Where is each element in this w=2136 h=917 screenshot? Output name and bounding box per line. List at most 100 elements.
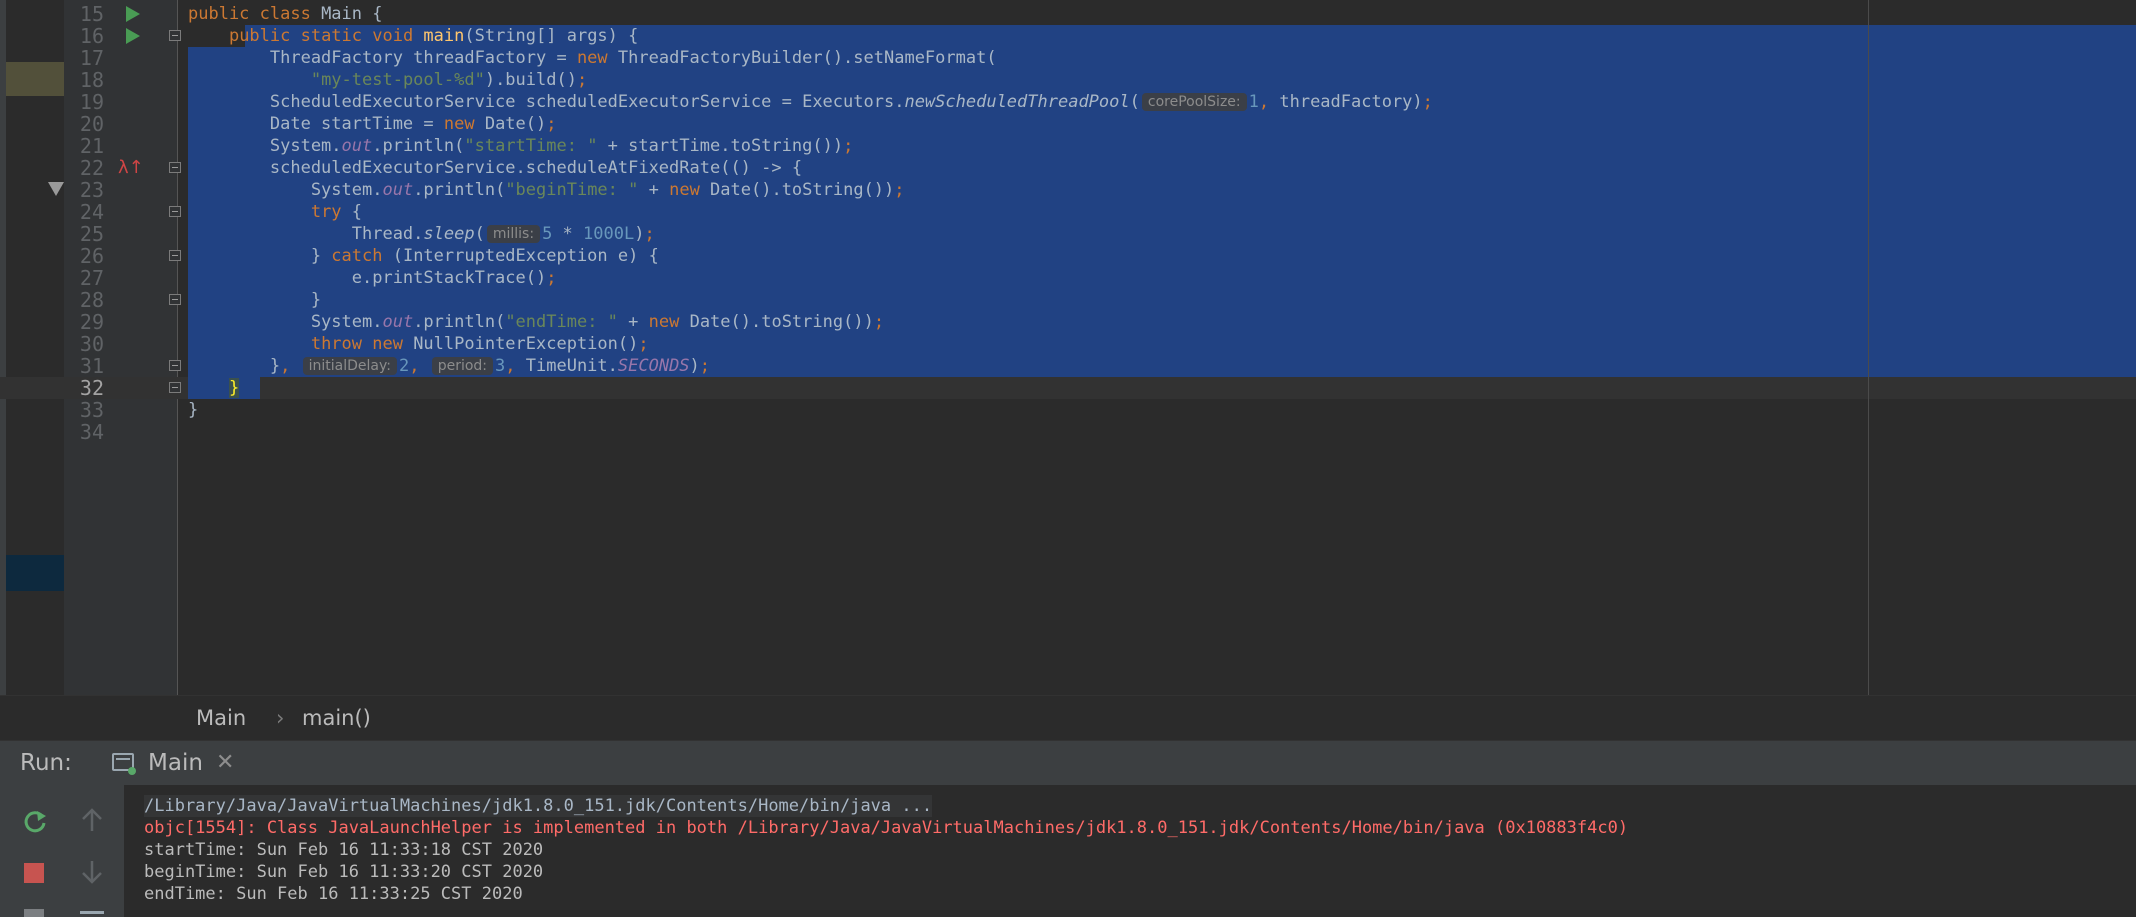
parameter-hint: period:: [431, 357, 494, 375]
code-line[interactable]: 26 } catch (InterruptedException e) {: [0, 245, 2136, 267]
line-number: 23: [79, 178, 104, 202]
code-token: }: [188, 400, 199, 420]
code-token: "my-test-pool-%d": [310, 70, 485, 90]
code-token: ;: [644, 224, 655, 244]
code-text[interactable]: public class Main {: [188, 3, 382, 25]
code-text[interactable]: scheduledExecutorService.scheduleAtFixed…: [188, 157, 802, 179]
code-text[interactable]: }: [188, 289, 321, 311]
code-token: ,: [1258, 92, 1280, 112]
code-token: Date(): [484, 114, 547, 134]
console-output-line: startTime: Sun Feb 16 11:33:18 CST 2020: [144, 840, 544, 860]
settings-icon[interactable]: [20, 907, 48, 917]
fold-toggle-icon[interactable]: [169, 360, 181, 371]
up-arrow-icon[interactable]: [80, 807, 104, 833]
code-token: ): [689, 356, 700, 376]
code-token: ,: [505, 356, 526, 376]
code-token: 5: [542, 224, 563, 244]
code-text[interactable]: System.out.println("beginTime: " + new D…: [188, 179, 905, 201]
run-label: Run:: [20, 750, 72, 776]
fold-toggle-icon[interactable]: [169, 294, 181, 305]
breadcrumb-method[interactable]: main(): [302, 696, 371, 740]
scroll-marker: [6, 555, 64, 591]
code-token: + startTime.toString()): [597, 136, 844, 156]
fold-toggle-icon[interactable]: [169, 206, 181, 217]
right-margin-guide: [1868, 0, 1869, 695]
code-line[interactable]: 29 System.out.println("endTime: " + new …: [0, 311, 2136, 333]
code-text[interactable]: ScheduledExecutorService scheduledExecut…: [188, 91, 1433, 113]
close-icon[interactable]: ✕: [216, 741, 234, 785]
code-token: .println(: [413, 312, 506, 332]
layout-icon[interactable]: [78, 909, 106, 917]
code-line[interactable]: 28 }: [0, 289, 2136, 311]
line-number: 28: [79, 288, 104, 312]
code-line[interactable]: 16 public static void main(String[] args…: [0, 25, 2136, 47]
code-text[interactable]: e.printStackTrace();: [188, 267, 557, 289]
run-gutter-icon[interactable]: [126, 6, 140, 22]
code-line[interactable]: 34: [0, 421, 2136, 443]
code-line[interactable]: 33}: [0, 399, 2136, 421]
line-number: 15: [79, 2, 104, 26]
code-line[interactable]: 27 e.printStackTrace();: [0, 267, 2136, 289]
console-command-line[interactable]: /Library/Java/JavaVirtualMachines/jdk1.8…: [144, 795, 933, 817]
code-token: public static void: [228, 26, 424, 46]
code-text[interactable]: }: [188, 399, 198, 421]
run-gutter-icon[interactable]: [126, 28, 140, 44]
code-line[interactable]: 19 ScheduledExecutorService scheduledExe…: [0, 91, 2136, 113]
code-text[interactable]: try {: [188, 201, 362, 223]
code-line[interactable]: 24 try {: [0, 201, 2136, 223]
code-token: Date startTime =: [188, 114, 444, 134]
breadcrumb-class[interactable]: Main: [196, 696, 246, 740]
code-token: new: [648, 312, 690, 332]
lambda-override-icon[interactable]: λ↑: [118, 157, 144, 179]
stop-icon[interactable]: [22, 861, 46, 885]
code-token: }: [188, 356, 281, 376]
console-output-line: beginTime: Sun Feb 16 11:33:20 CST 2020: [144, 862, 544, 882]
code-line[interactable]: 18 "my-test-pool-%d").build();: [0, 69, 2136, 91]
code-line[interactable]: 31 }, initialDelay: 2, period: 3, TimeUnit…: [0, 355, 2136, 377]
code-token: .println(: [413, 180, 506, 200]
console-output[interactable]: /Library/Java/JavaVirtualMachines/jdk1.8…: [124, 785, 2136, 917]
line-number: 22: [79, 156, 104, 180]
code-text[interactable]: public static void main(String[] args) {: [188, 25, 638, 47]
line-number: 34: [79, 420, 104, 444]
code-line[interactable]: 22 λ↑ scheduledExecutorService.scheduleAt…: [0, 157, 2136, 179]
code-text[interactable]: } catch (InterruptedException e) {: [188, 245, 659, 267]
code-text[interactable]: System.out.println("startTime: " + start…: [188, 135, 853, 157]
code-line[interactable]: 25 Thread.sleep(millis: 5 * 1000L);: [0, 223, 2136, 245]
code-text[interactable]: "my-test-pool-%d").build();: [188, 69, 587, 91]
running-indicator-icon: [128, 767, 136, 775]
code-text[interactable]: }: [188, 377, 240, 399]
code-text[interactable]: throw new NullPointerException();: [188, 333, 649, 355]
code-line[interactable]: 21 System.out.println("startTime: " + st…: [0, 135, 2136, 157]
code-token: (: [474, 224, 485, 244]
rerun-icon[interactable]: [20, 807, 50, 837]
line-number: 29: [79, 310, 104, 334]
code-text[interactable]: System.out.println("endTime: " + new Dat…: [188, 311, 884, 333]
code-token: ): [634, 224, 645, 244]
code-line[interactable]: 17 ThreadFactory threadFactory = new Thr…: [0, 47, 2136, 69]
fold-toggle-icon[interactable]: [169, 30, 181, 41]
code-token: ).build(): [484, 70, 577, 90]
code-editor[interactable]: 15 public class Main {16 public static vo…: [0, 0, 2136, 695]
fold-toggle-icon[interactable]: [169, 382, 181, 393]
run-tab-main[interactable]: Main ✕: [106, 741, 236, 785]
fold-toggle-icon[interactable]: [169, 162, 181, 173]
code-line[interactable]: 23 System.out.println("beginTime: " + ne…: [0, 179, 2136, 201]
code-text[interactable]: }, initialDelay: 2, period: 3, TimeUnit.SE…: [188, 355, 710, 377]
code-line[interactable]: 30 throw new NullPointerException();: [0, 333, 2136, 355]
line-number: 21: [79, 134, 104, 158]
code-line[interactable]: 15 public class Main {: [0, 3, 2136, 25]
code-token: scheduledExecutorService.scheduleAtFixed…: [188, 158, 803, 178]
down-arrow-icon[interactable]: [80, 859, 104, 885]
code-text[interactable]: ThreadFactory threadFactory = new Thread…: [188, 47, 997, 69]
code-token: *: [562, 224, 584, 244]
code-token: +: [638, 180, 670, 200]
line-number: 17: [79, 46, 104, 70]
fold-toggle-icon[interactable]: [169, 250, 181, 261]
code-text[interactable]: Date startTime = new Date();: [188, 113, 557, 135]
code-text[interactable]: Thread.sleep(millis: 5 * 1000L);: [188, 223, 655, 245]
code-line[interactable]: 20 Date startTime = new Date();: [0, 113, 2136, 135]
code-line[interactable]: 32 }: [0, 377, 2136, 399]
